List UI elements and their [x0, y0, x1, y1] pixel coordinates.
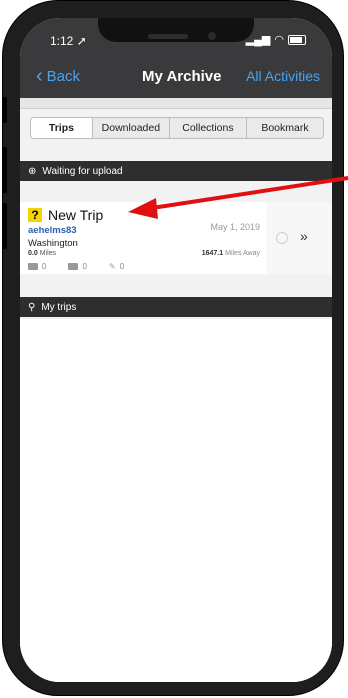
waiting-upload-label: Waiting for upload — [42, 165, 123, 177]
my-trips-header: ⚲ My trips — [20, 297, 332, 317]
all-activities-button[interactable]: All Activities — [246, 68, 320, 84]
back-label: Back — [46, 68, 81, 85]
status-time-text: 1:12 — [50, 34, 74, 48]
waiting-upload-header: ⊕ Waiting for upload — [20, 161, 332, 181]
status-time: 1:12 ➚ — [50, 34, 87, 48]
trip-date: May 1, 2019 — [210, 222, 260, 232]
page-title: My Archive — [142, 68, 222, 85]
photo-count-value: 0 — [42, 262, 47, 271]
screen: 1:12 ➚ ▂▄▆ ◠ ‹ Back My Archive All Activ… — [20, 18, 332, 682]
trip-distance: 0.0 Miles — [28, 250, 56, 257]
trip-counts: 0 0 ✎ 0 — [28, 262, 124, 271]
location-arrow-icon: ➚ — [76, 34, 87, 48]
chevron-right-icon[interactable]: » — [300, 228, 308, 244]
clock-icon — [276, 232, 288, 244]
trip-card[interactable]: ? New Trip aehelms83 Washington 0.0 Mile… — [20, 202, 266, 274]
volume-up-button — [2, 147, 7, 193]
trip-away-unit: Miles Away — [225, 250, 260, 257]
tab-downloaded[interactable]: Downloaded — [93, 118, 170, 138]
waypoint-count: ✎ 0 — [109, 262, 124, 271]
waypoint-count-value: 0 — [119, 262, 125, 271]
chevron-left-icon: ‹ — [36, 65, 43, 87]
volume-down-button — [2, 203, 7, 249]
waypoint-icon: ✎ — [108, 262, 116, 271]
phone-frame: 1:12 ➚ ▂▄▆ ◠ ‹ Back My Archive All Activ… — [2, 0, 344, 696]
back-button[interactable]: ‹ Back — [36, 65, 81, 87]
wifi-icon: ◠ — [274, 34, 284, 46]
trips-icon: ⚲ — [28, 301, 36, 313]
upload-icon: ⊕ — [28, 165, 37, 177]
my-trips-list — [20, 319, 332, 682]
mute-switch — [2, 97, 7, 123]
top-bar: 1:12 ➚ ▂▄▆ ◠ ‹ Back My Archive All Activ… — [20, 18, 332, 98]
notes-icon — [68, 263, 79, 270]
main-content: Trips Downloaded Collections Bookmark ⊕ … — [20, 98, 332, 682]
tab-trips[interactable]: Trips — [31, 118, 93, 138]
trip-distance-value: 0.0 — [28, 250, 38, 257]
trip-away: 1647.1 Miles Away — [202, 250, 260, 257]
tab-collections[interactable]: Collections — [170, 118, 247, 138]
note-count: 0 — [68, 262, 87, 271]
archive-tabs: Trips Downloaded Collections Bookmark — [30, 117, 324, 139]
question-status-icon: ? — [28, 208, 42, 222]
trip-location: Washington — [28, 238, 78, 249]
trip-actions: » — [266, 202, 332, 274]
tab-bookmark[interactable]: Bookmark — [247, 118, 323, 138]
camera — [208, 32, 216, 40]
photo-count: 0 — [28, 262, 46, 271]
status-icons: ▂▄▆ ◠ — [246, 33, 306, 46]
trip-user[interactable]: aehelms83 — [28, 225, 77, 236]
search-bar-strip[interactable] — [20, 98, 332, 109]
my-trips-label: My trips — [41, 301, 77, 313]
note-count-value: 0 — [82, 262, 87, 271]
trip-title: New Trip — [48, 207, 104, 223]
signal-icon: ▂▄▆ — [245, 34, 271, 46]
camera-icon — [28, 263, 38, 270]
speaker — [148, 34, 188, 39]
battery-icon — [288, 34, 306, 45]
trip-distance-unit: Miles — [39, 250, 57, 257]
trip-away-value: 1647.1 — [201, 250, 224, 257]
